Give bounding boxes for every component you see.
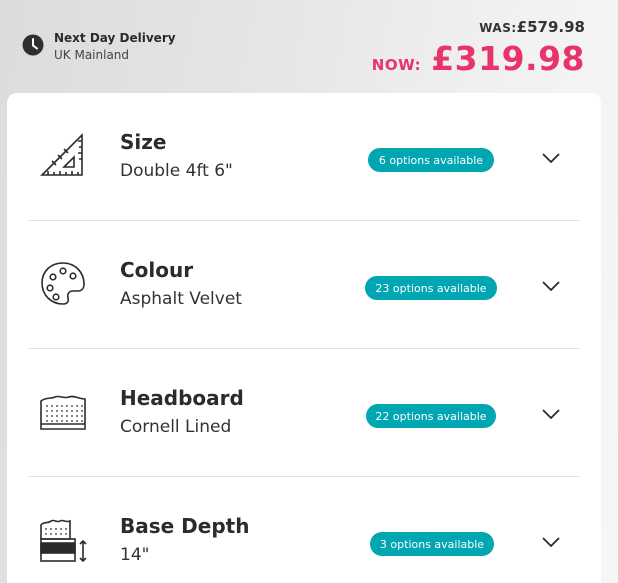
option-size[interactable]: Size Double 4ft 6" 6 options available (28, 93, 580, 221)
options-count-badge: 3 options available (370, 532, 494, 556)
chevron-down-icon[interactable] (540, 151, 562, 165)
option-title: Size (120, 130, 167, 154)
options-count-badge: 22 options available (366, 404, 496, 428)
option-title: Headboard (120, 386, 244, 410)
now-value: £319.98 (431, 39, 585, 78)
set-square-icon (40, 133, 83, 176)
option-colour[interactable]: Colour Asphalt Velvet 23 options availab… (28, 221, 580, 349)
options-count-badge: 6 options available (368, 148, 494, 172)
option-value: Cornell Lined (120, 417, 232, 437)
delivery-info: Next Day Delivery UK Mainland (22, 30, 176, 64)
option-value: 14" (120, 545, 150, 565)
price-block: WAS:£579.98 NOW: £319.98 (372, 18, 585, 78)
chevron-down-icon[interactable] (540, 407, 562, 421)
option-title: Colour (120, 258, 194, 282)
option-value: Asphalt Velvet (120, 289, 242, 309)
now-price: NOW: £319.98 (372, 39, 585, 78)
palette-icon (41, 262, 85, 305)
chevron-down-icon[interactable] (540, 279, 562, 293)
option-value: Double 4ft 6" (120, 161, 233, 181)
now-label: NOW: (371, 56, 422, 74)
chevron-down-icon[interactable] (540, 535, 562, 549)
clock-icon (22, 34, 44, 56)
base-depth-icon (40, 519, 87, 563)
was-value: £579.98 (516, 18, 585, 36)
delivery-title: Next Day Delivery (54, 31, 176, 45)
headboard-icon (40, 395, 86, 430)
delivery-subtitle: UK Mainland (54, 48, 130, 62)
options-count-badge: 23 options available (365, 276, 497, 300)
was-price: WAS:£579.98 (372, 18, 585, 37)
options-card: Size Double 4ft 6" 6 options available C… (7, 93, 601, 583)
was-label: WAS: (479, 21, 517, 35)
option-title: Base Depth (120, 514, 250, 538)
option-base-depth[interactable]: Base Depth 14" 3 options available (28, 477, 580, 583)
option-headboard[interactable]: Headboard Cornell Lined 22 options avail… (28, 349, 580, 477)
